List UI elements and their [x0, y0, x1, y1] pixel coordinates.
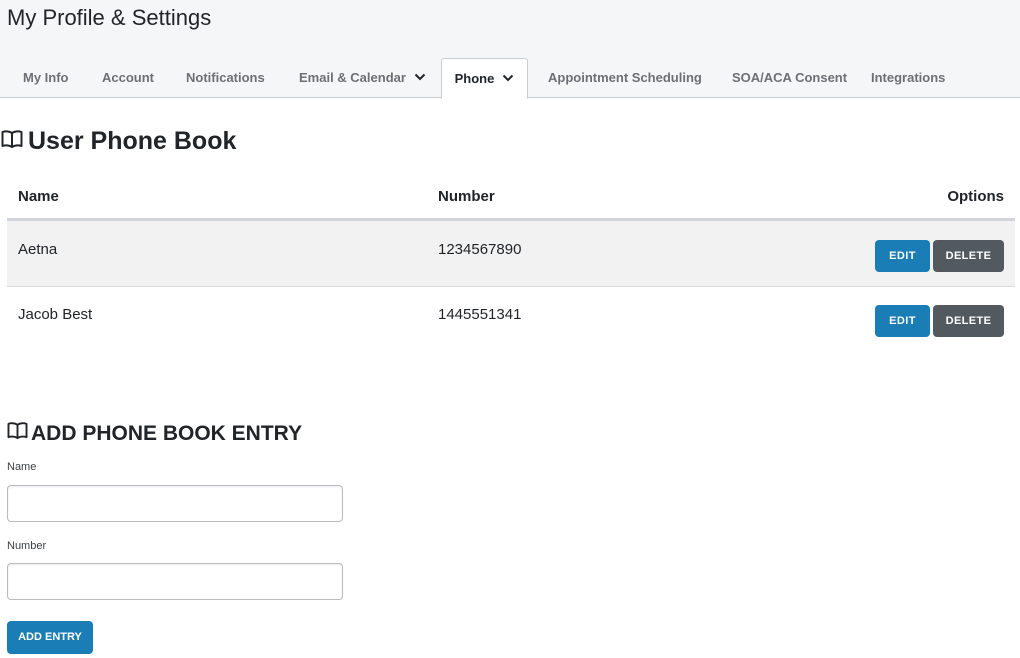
tab-label: Email & Calendar [299, 70, 406, 85]
delete-button[interactable]: DELETE [933, 305, 1004, 337]
settings-tabs: My Info Account Notifications Email & Ca… [0, 58, 1020, 99]
phone-book-heading: User Phone Book [1, 127, 236, 156]
tab-label: My Info [23, 70, 69, 85]
tab-appointment-scheduling[interactable]: Appointment Scheduling [548, 58, 702, 98]
tab-notifications[interactable]: Notifications [186, 58, 265, 98]
edit-button[interactable]: EDIT [875, 240, 930, 272]
number-field-label: Number [7, 540, 47, 552]
add-entry-heading: ADD PHONE BOOK ENTRY [7, 421, 302, 446]
tab-label: Appointment Scheduling [548, 70, 702, 85]
name-field-label: Name [7, 461, 37, 473]
tab-my-info[interactable]: My Info [23, 58, 69, 98]
tab-email-calendar[interactable]: Email & Calendar [299, 58, 426, 98]
chevron-down-icon [414, 57, 426, 97]
delete-button[interactable]: DELETE [933, 240, 1004, 272]
table-row: Aetna 1234567890 EDIT DELETE [7, 221, 1015, 287]
name-input[interactable] [7, 485, 343, 522]
phone-book-title: User Phone Book [28, 127, 237, 155]
column-header-number: Number [438, 188, 495, 205]
book-open-icon [1, 127, 23, 156]
tab-phone[interactable]: Phone [441, 58, 528, 99]
tab-label: Integrations [871, 70, 946, 85]
entry-number: 1445551341 [438, 306, 522, 323]
book-open-icon [7, 421, 28, 446]
tab-account[interactable]: Account [102, 58, 154, 98]
add-entry-title: ADD PHONE BOOK ENTRY [31, 421, 303, 445]
column-header-name: Name [18, 188, 59, 205]
column-header-options: Options [947, 188, 1004, 205]
chevron-down-icon [502, 58, 514, 98]
settings-header: My Profile & Settings My Info Account No… [0, 0, 1020, 99]
edit-button[interactable]: EDIT [875, 305, 930, 337]
tab-label: Notifications [186, 70, 265, 85]
tab-label: Phone [454, 71, 495, 86]
tab-label: SOA/ACA Consent [732, 70, 848, 85]
entry-name: Jacob Best [18, 306, 93, 323]
tab-integrations[interactable]: Integrations [871, 58, 945, 98]
table-header: Name Number Options [7, 176, 1015, 221]
tab-soa-aca-consent[interactable]: SOA/ACA Consent [732, 58, 847, 98]
table-row: Jacob Best 1445551341 EDIT DELETE [7, 287, 1015, 353]
tab-label: Account [102, 70, 154, 85]
entry-number: 1234567890 [438, 241, 522, 258]
add-entry-button[interactable]: ADD ENTRY [7, 621, 93, 654]
number-input[interactable] [7, 563, 343, 600]
phone-book-table: Name Number Options Aetna 1234567890 EDI… [7, 176, 1015, 353]
entry-name: Aetna [18, 241, 58, 258]
page-title: My Profile & Settings [7, 5, 212, 30]
